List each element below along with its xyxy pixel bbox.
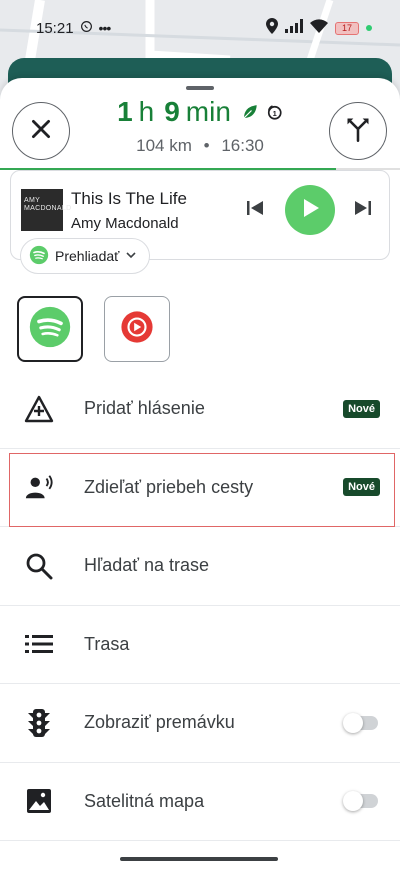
menu-item-show-traffic[interactable]: Zobraziť premávku xyxy=(0,684,400,763)
spotify-logo-icon xyxy=(28,305,72,354)
chevron-down-icon xyxy=(125,248,137,264)
trip-distance: 104 km xyxy=(136,136,192,155)
new-badge: Nové xyxy=(343,399,380,418)
song-artist: Amy Macdonald xyxy=(71,215,179,232)
play-button[interactable] xyxy=(285,185,335,235)
status-bar: 15:21 ••• 17 xyxy=(0,0,400,56)
satellite-image-icon xyxy=(24,786,54,816)
duration-minutes-unit: min xyxy=(185,96,231,127)
spotify-app-tile[interactable] xyxy=(17,296,83,362)
browse-music-chip[interactable]: Prehliadať xyxy=(20,238,151,274)
traffic-light-icon xyxy=(24,708,54,738)
next-track-button[interactable] xyxy=(351,198,375,222)
youtube-music-app-tile[interactable] xyxy=(104,296,170,362)
menu-item-route[interactable]: Trasa xyxy=(0,606,400,684)
duration-hours-unit: h xyxy=(138,96,155,127)
menu-item-share-trip-progress[interactable]: Zdieľať priebeh cesty Nové xyxy=(0,449,400,527)
menu-item-satellite-map[interactable]: Satelitná mapa xyxy=(0,763,400,841)
menu-item-label: Zobraziť premávku xyxy=(84,712,235,733)
trip-bottom-sheet: 1 h 9 min 1 104 km • 16:30 AMY MACDONALD… xyxy=(0,78,400,869)
skip-previous-icon xyxy=(245,198,265,223)
traffic-toggle[interactable] xyxy=(343,712,378,733)
spotify-icon xyxy=(29,245,49,268)
menu-item-label: Hľadať na trase xyxy=(84,555,210,576)
add-report-icon xyxy=(24,394,54,424)
menu-item-label: Zdieľať priebeh cesty xyxy=(84,476,254,497)
wifi-icon xyxy=(310,19,328,37)
home-gesture-bar[interactable] xyxy=(120,857,278,861)
search-icon xyxy=(24,551,54,581)
more-dots-icon: ••• xyxy=(98,20,112,36)
location-icon xyxy=(266,18,278,38)
menu-item-search-along-route[interactable]: Hľadať na trase xyxy=(0,527,400,606)
list-icon xyxy=(24,629,54,659)
status-time: 15:21 xyxy=(36,19,74,37)
menu-item-label: Trasa xyxy=(84,633,130,654)
duration-minutes: 9 xyxy=(164,96,180,127)
song-title: This Is The Life xyxy=(71,189,187,208)
previous-track-button[interactable] xyxy=(243,198,267,222)
menu-item-label: Pridať hlásenie xyxy=(84,398,205,419)
trip-arrival-time: 16:30 xyxy=(221,136,264,155)
new-badge: Nové xyxy=(343,478,380,497)
battery-icon: 17 xyxy=(335,21,359,35)
play-icon xyxy=(299,197,321,224)
sheet-drag-handle[interactable] xyxy=(186,86,214,90)
album-art-text: AMY MACDONALD xyxy=(24,197,72,212)
toggle-knob xyxy=(343,712,363,733)
battery-level: 17 xyxy=(341,23,352,33)
eco-leaf-icon xyxy=(241,96,259,128)
skip-next-icon xyxy=(353,198,373,223)
whatsapp-icon xyxy=(80,20,93,37)
share-trip-icon xyxy=(24,472,54,502)
toll-info-icon: 1 xyxy=(265,96,283,128)
signal-icon xyxy=(285,19,303,37)
album-art: AMY MACDONALD xyxy=(21,189,71,231)
menu-item-add-report[interactable]: Pridať hlásenie Nové xyxy=(0,370,400,449)
svg-text:1: 1 xyxy=(273,109,277,118)
trip-meta-separator: • xyxy=(203,136,210,155)
satellite-toggle[interactable] xyxy=(343,791,378,812)
privacy-indicator-dot xyxy=(366,25,372,31)
route-fork-icon xyxy=(344,115,372,148)
alternate-routes-button[interactable] xyxy=(329,102,387,160)
youtube-music-logo-icon xyxy=(120,310,154,349)
duration-hours: 1 xyxy=(117,96,133,127)
browse-label: Prehliadať xyxy=(55,248,120,264)
navigation-options-menu: Pridať hlásenie Nové Zdieľať priebeh ces… xyxy=(0,370,400,841)
toggle-knob xyxy=(343,791,363,812)
menu-item-label: Satelitná mapa xyxy=(84,790,205,811)
